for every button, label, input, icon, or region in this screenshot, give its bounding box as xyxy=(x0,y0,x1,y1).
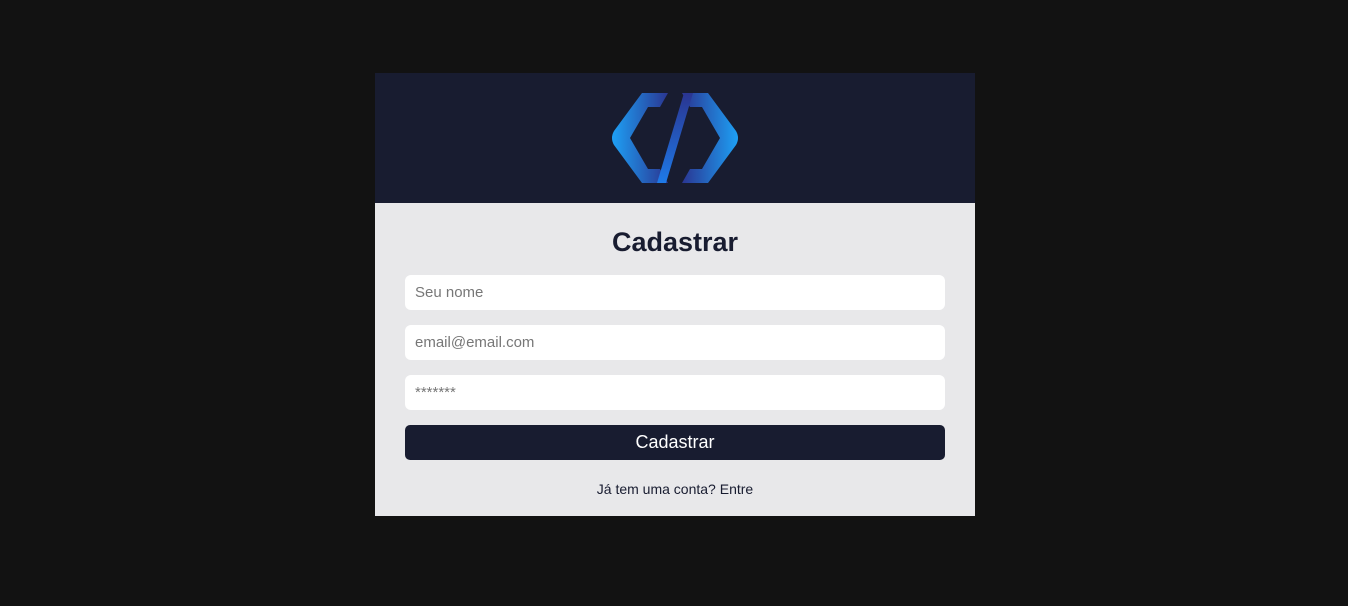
email-input[interactable] xyxy=(405,325,945,360)
name-input[interactable] xyxy=(405,275,945,310)
login-link[interactable]: Entre xyxy=(720,481,753,497)
password-input[interactable] xyxy=(405,375,945,410)
code-brackets-logo-icon xyxy=(612,93,738,183)
login-prompt-text: Já tem uma conta? xyxy=(596,481,716,497)
signup-button[interactable]: Cadastrar xyxy=(405,425,945,460)
signup-form: Cadastrar Cadastrar Já tem uma conta? En… xyxy=(375,203,975,497)
page-title: Cadastrar xyxy=(611,227,739,257)
login-prompt: Já tem uma conta? Entre xyxy=(405,481,945,497)
card-header xyxy=(375,73,975,203)
signup-card: Cadastrar Cadastrar Já tem uma conta? En… xyxy=(375,73,975,516)
